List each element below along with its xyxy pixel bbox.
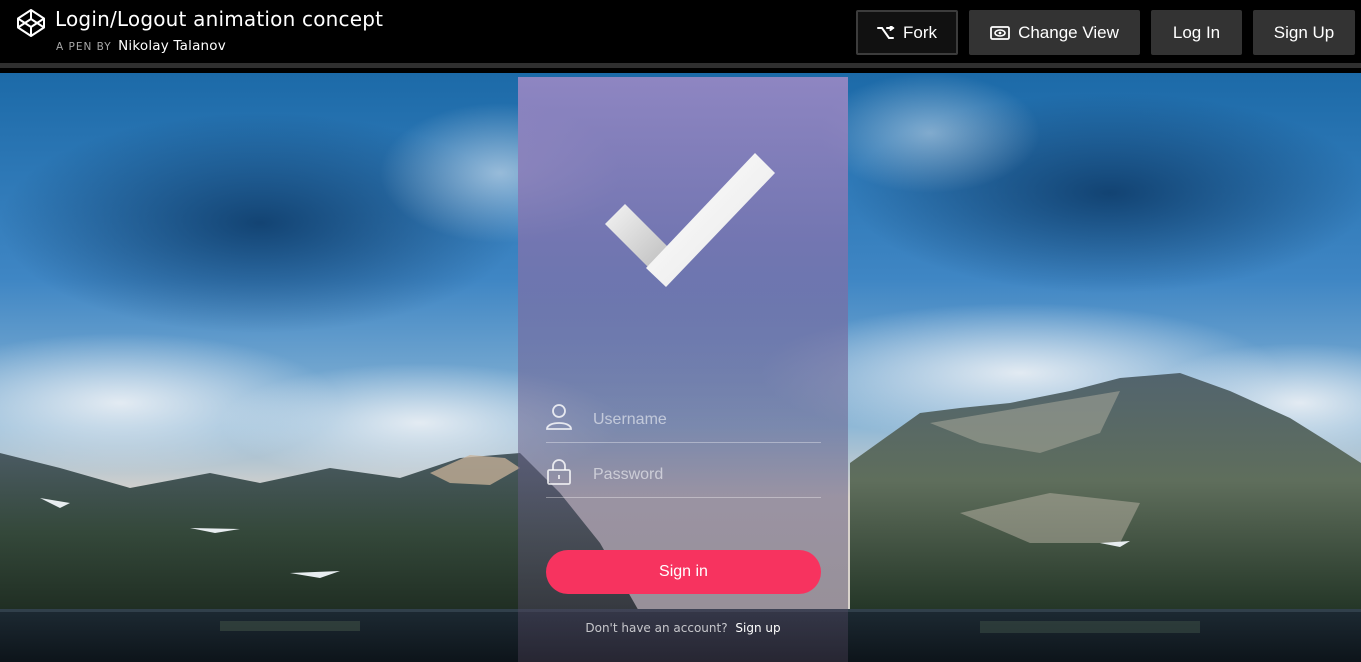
user-icon — [546, 404, 572, 430]
pen-by-label: A PEN BY — [56, 41, 112, 53]
change-view-label: Change View — [1018, 22, 1119, 42]
username-input[interactable] — [593, 407, 813, 433]
lock-icon — [547, 459, 571, 485]
password-input[interactable] — [593, 462, 813, 488]
pen-title: Login/Logout animation concept — [55, 7, 384, 31]
fork-icon — [877, 25, 895, 40]
pen-byline: A PEN BY Nikolay Talanov — [56, 38, 226, 54]
sign-in-button[interactable]: Sign in — [546, 550, 821, 594]
pen-preview: Sign in Don't have an account? Sign up — [0, 73, 1361, 662]
eye-icon — [990, 25, 1010, 40]
fork-label: Fork — [903, 22, 937, 42]
sign-up-button[interactable]: Sign Up — [1253, 10, 1355, 55]
password-field-row — [546, 454, 821, 498]
signup-prompt: Don't have an account? Sign up — [518, 621, 848, 635]
fork-button[interactable]: Fork — [856, 10, 958, 55]
login-card: Sign in Don't have an account? Sign up — [518, 77, 848, 662]
log-in-button[interactable]: Log In — [1151, 10, 1242, 55]
check-mark-icon — [605, 153, 775, 287]
no-account-text: Don't have an account? — [585, 621, 728, 635]
username-field-row — [546, 399, 821, 443]
pen-author-link[interactable]: Nikolay Talanov — [118, 38, 226, 54]
codepen-header: Login/Logout animation concept A PEN BY … — [0, 0, 1361, 68]
sign-up-link[interactable]: Sign up — [735, 621, 780, 635]
change-view-button[interactable]: Change View — [969, 10, 1140, 55]
codepen-logo-icon[interactable] — [16, 8, 46, 38]
